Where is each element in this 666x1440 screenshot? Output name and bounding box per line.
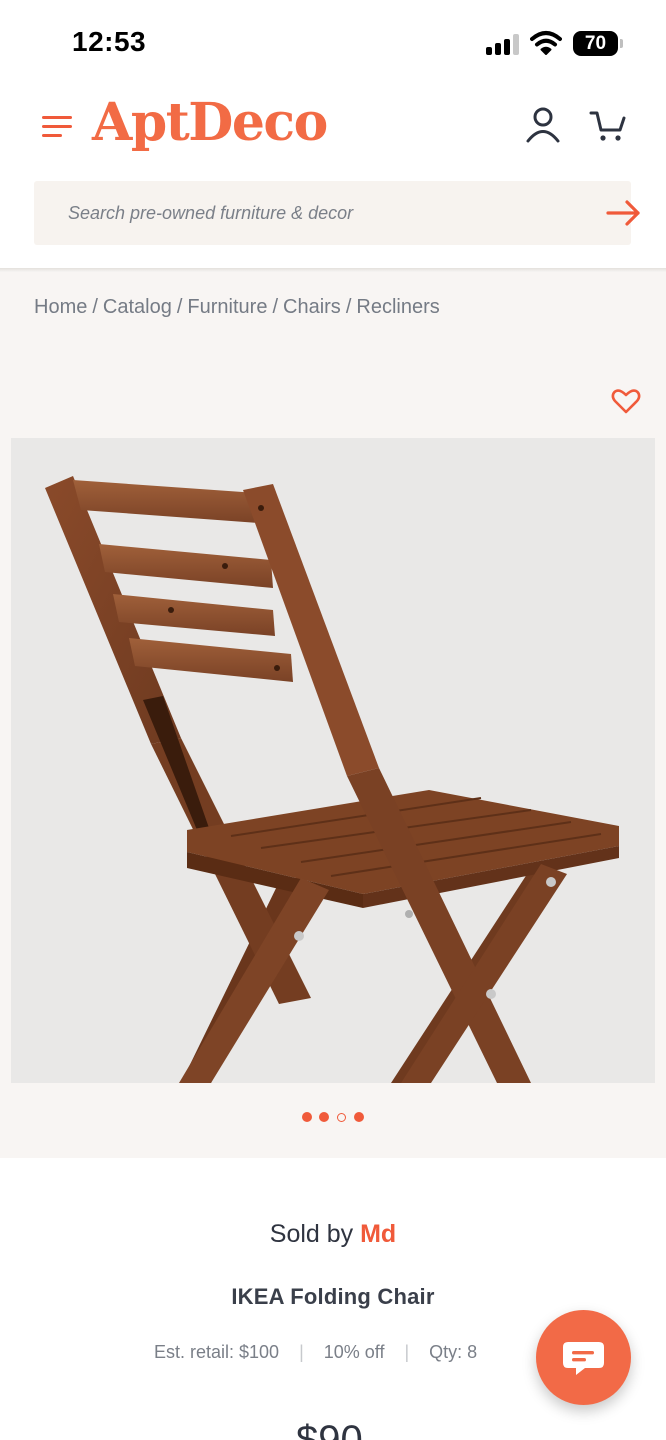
image-carousel-dots	[302, 1112, 366, 1124]
meta-divider: |	[404, 1342, 410, 1362]
meta-divider: |	[299, 1342, 304, 1362]
carousel-dot[interactable]	[354, 1112, 364, 1122]
breadcrumb-item-recliners[interactable]: Recliners	[356, 296, 439, 318]
logo[interactable]: AptDeco	[92, 88, 328, 158]
breadcrumb-item-home[interactable]: Home	[34, 296, 87, 318]
seller-link[interactable]: Md	[360, 1220, 396, 1248]
breadcrumb-separator: /	[345, 296, 352, 318]
carousel-dot[interactable]	[319, 1112, 329, 1122]
battery-icon: 70	[573, 31, 623, 56]
user-icon[interactable]	[524, 106, 562, 144]
product-meta: Est. retail: $100 | 10% off | Qty: 8	[154, 1342, 477, 1363]
sold-by-label: Sold by	[269, 1220, 361, 1248]
breadcrumb-separator: /	[176, 296, 183, 318]
arrow-right-icon[interactable]	[606, 199, 642, 227]
cellular-signal-icon	[486, 33, 520, 55]
chair-illustration	[45, 476, 619, 1083]
wifi-icon	[530, 31, 562, 55]
product-title: IKEA Folding Chair	[231, 1284, 435, 1309]
sold-by-line: Sold by Md	[0, 1220, 666, 1249]
status-time: 12:53	[72, 26, 147, 57]
breadcrumb-item-catalog[interactable]: Catalog	[103, 296, 172, 318]
product-price: $90	[296, 1418, 363, 1440]
hamburger-menu-icon[interactable]	[42, 114, 74, 138]
chat-button[interactable]	[536, 1310, 631, 1405]
discount: 10% off	[323, 1342, 385, 1362]
chat-bubble-icon	[563, 1342, 604, 1375]
heart-icon[interactable]	[611, 387, 641, 415]
cart-icon[interactable]	[589, 108, 627, 144]
search-input[interactable]	[34, 181, 554, 245]
battery-level: 70	[584, 33, 607, 54]
breadcrumb-separator: /	[92, 296, 98, 318]
breadcrumb: Home / Catalog / Furniture / Chairs / Recliners	[34, 296, 440, 319]
product-image[interactable]	[11, 438, 655, 1083]
carousel-dot-active[interactable]	[337, 1112, 346, 1122]
breadcrumb-separator: /	[272, 296, 279, 318]
quantity: Qty: 8	[429, 1342, 478, 1362]
search-bar	[34, 181, 640, 245]
breadcrumb-item-chairs[interactable]: Chairs	[283, 296, 341, 318]
carousel-dot[interactable]	[302, 1112, 312, 1122]
site-header: AptDeco	[0, 86, 666, 270]
product-gallery-section: Home / Catalog / Furniture / Chairs / Recliners	[0, 272, 666, 1158]
breadcrumb-item-furniture[interactable]: Furniture	[187, 296, 267, 318]
est-retail: Est. retail: $100	[154, 1342, 280, 1362]
status-bar: 12:53 70	[0, 0, 666, 86]
